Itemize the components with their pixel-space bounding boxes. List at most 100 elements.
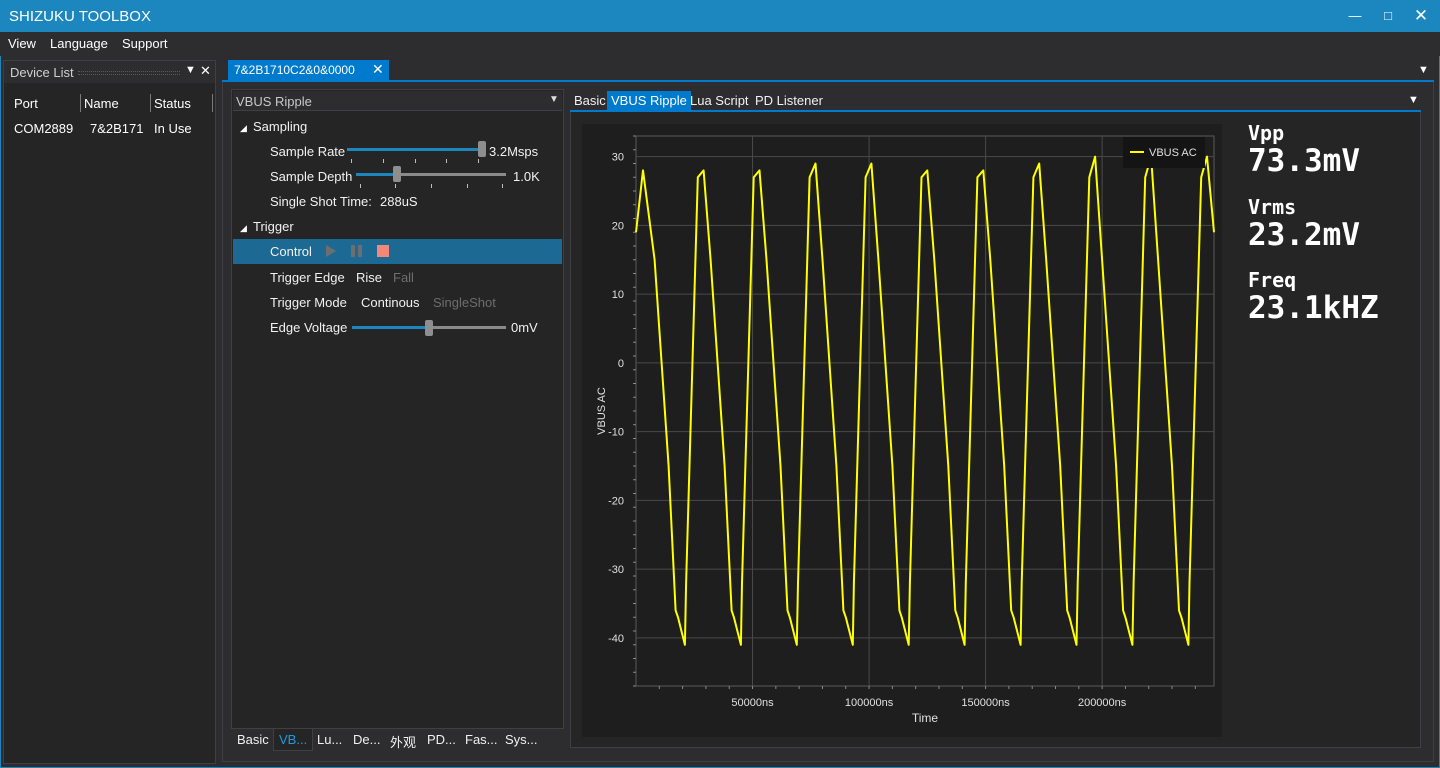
tab-appearance[interactable]: 外观: [385, 729, 421, 751]
menu-language[interactable]: Language: [50, 36, 108, 51]
y-tick-label: -10: [608, 427, 624, 439]
x-axis-label: Time: [912, 711, 939, 725]
tab-lua[interactable]: Lu...: [312, 729, 347, 751]
column-status[interactable]: Status: [154, 96, 191, 111]
column-name[interactable]: Name: [84, 96, 119, 111]
tab-vbus-ripple[interactable]: VBUS Ripple: [607, 91, 691, 110]
right-tabs: Basic VBUS Ripple Lua Script PD Listener: [570, 91, 1420, 110]
trigger-mode-label: Trigger Mode: [270, 295, 347, 310]
config-bottom-tabs: Basic VB... Lu... De... 外观 PD... Fas... …: [232, 729, 564, 751]
collapse-triangle-icon[interactable]: ◢: [240, 223, 247, 234]
close-icon[interactable]: ✕: [1409, 6, 1433, 26]
y-axis-label: VBUS AC: [596, 387, 608, 435]
sample-depth-label: Sample Depth: [270, 169, 353, 184]
slider-tick: [395, 184, 396, 188]
x-tick-label: 50000ns: [731, 697, 774, 709]
tab-overflow-icon[interactable]: ▼: [1408, 94, 1419, 106]
y-tick-label: 10: [612, 289, 624, 301]
plot-area: [635, 135, 1215, 687]
sample-depth-value: 1.0K: [513, 169, 540, 184]
tab-fast[interactable]: Fas...: [460, 729, 503, 751]
slider-tick: [351, 159, 352, 163]
slider-tick: [478, 159, 479, 163]
sample-rate-value: 3.2Msps: [489, 144, 539, 159]
y-tick-label: 30: [612, 152, 624, 164]
maximize-icon[interactable]: □: [1376, 6, 1400, 26]
slider-tick: [360, 184, 361, 188]
sample-depth-thumb[interactable]: [392, 166, 401, 182]
tab-de[interactable]: De...: [348, 729, 385, 751]
single-shot-label: Single Shot Time:: [270, 194, 372, 209]
y-tick-label: 0: [618, 358, 624, 370]
tab-basic[interactable]: Basic: [570, 91, 610, 110]
device-table-header: Port Name Status: [10, 94, 214, 114]
column-divider[interactable]: [150, 94, 151, 112]
slider-tick: [502, 184, 503, 188]
tab-vbus-ripple[interactable]: VB...: [273, 729, 314, 751]
trigger-edge-label: Trigger Edge: [270, 270, 345, 285]
tab-sys[interactable]: Sys...: [500, 729, 543, 751]
freq-value: 23.1kHZ: [1248, 290, 1379, 326]
tab-basic[interactable]: Basic: [232, 729, 274, 751]
slider-tick: [431, 184, 432, 188]
play-icon[interactable]: [326, 245, 336, 257]
document-tab[interactable]: 7&2B1710C2&0&0000 ✕: [228, 60, 389, 80]
column-port[interactable]: Port: [14, 96, 38, 111]
y-tick-label: 20: [612, 220, 624, 232]
trigger-mode-continous[interactable]: Continous: [361, 295, 420, 310]
app-title: SHIZUKU TOOLBOX: [9, 8, 151, 25]
panel-select[interactable]: VBUS Ripple ▼: [233, 91, 562, 111]
slider-tick: [415, 159, 416, 163]
y-tick-label: -40: [608, 633, 624, 645]
chevron-down-icon[interactable]: ▼: [185, 64, 196, 76]
x-tick-label: 200000ns: [1078, 697, 1127, 709]
tab-lua-script[interactable]: Lua Script: [686, 91, 753, 110]
menu-bar: View Language Support: [0, 32, 1440, 56]
column-divider[interactable]: [212, 94, 213, 112]
edge-voltage-label: Edge Voltage: [270, 320, 348, 335]
device-name: 7&2B171(: [90, 121, 144, 136]
collapse-triangle-icon[interactable]: ◢: [240, 123, 247, 134]
close-tab-icon[interactable]: ✕: [372, 61, 384, 78]
edge-voltage-value: 0mV: [511, 320, 538, 335]
sample-rate-label: Sample Rate: [270, 144, 346, 159]
chevron-down-icon[interactable]: ▼: [549, 94, 559, 105]
legend-label: VBUS AC: [1149, 147, 1197, 159]
ripple-chart-svg: 30 20 10 0 -10 -20 -30 -40 50000ns 100000ns 150000…: [596, 135, 1215, 725]
config-panel: [231, 89, 564, 729]
sample-rate-fill: [347, 148, 482, 151]
control-label: Control: [270, 244, 312, 259]
panel-grip[interactable]: [78, 71, 180, 75]
slider-tick: [467, 184, 468, 188]
device-status: In Use: [154, 121, 192, 136]
x-tick-label: 100000ns: [845, 697, 894, 709]
document-tab-label: 7&2B1710C2&0&0000: [234, 63, 355, 77]
sample-rate-thumb[interactable]: [478, 141, 486, 157]
x-tick-label: 150000ns: [961, 697, 1010, 709]
slider-tick: [383, 159, 384, 163]
close-panel-icon[interactable]: ✕: [200, 63, 211, 79]
freq-label: Freq: [1248, 268, 1297, 292]
pause-icon[interactable]: [351, 245, 363, 257]
stop-icon[interactable]: [377, 245, 389, 257]
device-list-panel: Device List ▼ ✕ Port Name Status COM2889…: [3, 60, 216, 764]
tab-pd-listener[interactable]: PD Listener: [751, 91, 827, 110]
minimize-icon[interactable]: —: [1343, 6, 1367, 26]
tab-pd[interactable]: PD...: [422, 729, 461, 751]
tab-overflow-icon[interactable]: ▼: [1418, 64, 1429, 76]
column-divider[interactable]: [80, 94, 81, 112]
ripple-chart[interactable]: 30 20 10 0 -10 -20 -30 -40 50000ns 100000ns 150000…: [582, 124, 1222, 737]
trigger-edge-rise[interactable]: Rise: [356, 270, 382, 285]
trigger-edge-fall[interactable]: Fall: [393, 270, 414, 285]
y-tick-label: -30: [608, 564, 624, 576]
sampling-header: Sampling: [253, 119, 308, 134]
vpp-label: Vpp: [1248, 121, 1285, 145]
trigger-header: Trigger: [253, 219, 294, 234]
edge-voltage-thumb[interactable]: [425, 320, 433, 336]
device-list-header: Device List ▼ ✕: [4, 61, 215, 83]
trigger-mode-singleshot[interactable]: SingleShot: [433, 295, 496, 310]
device-port: COM2889: [14, 121, 74, 136]
menu-view[interactable]: View: [8, 36, 36, 51]
menu-support[interactable]: Support: [122, 36, 168, 51]
title-bar: SHIZUKU TOOLBOX — □ ✕: [0, 0, 1440, 32]
